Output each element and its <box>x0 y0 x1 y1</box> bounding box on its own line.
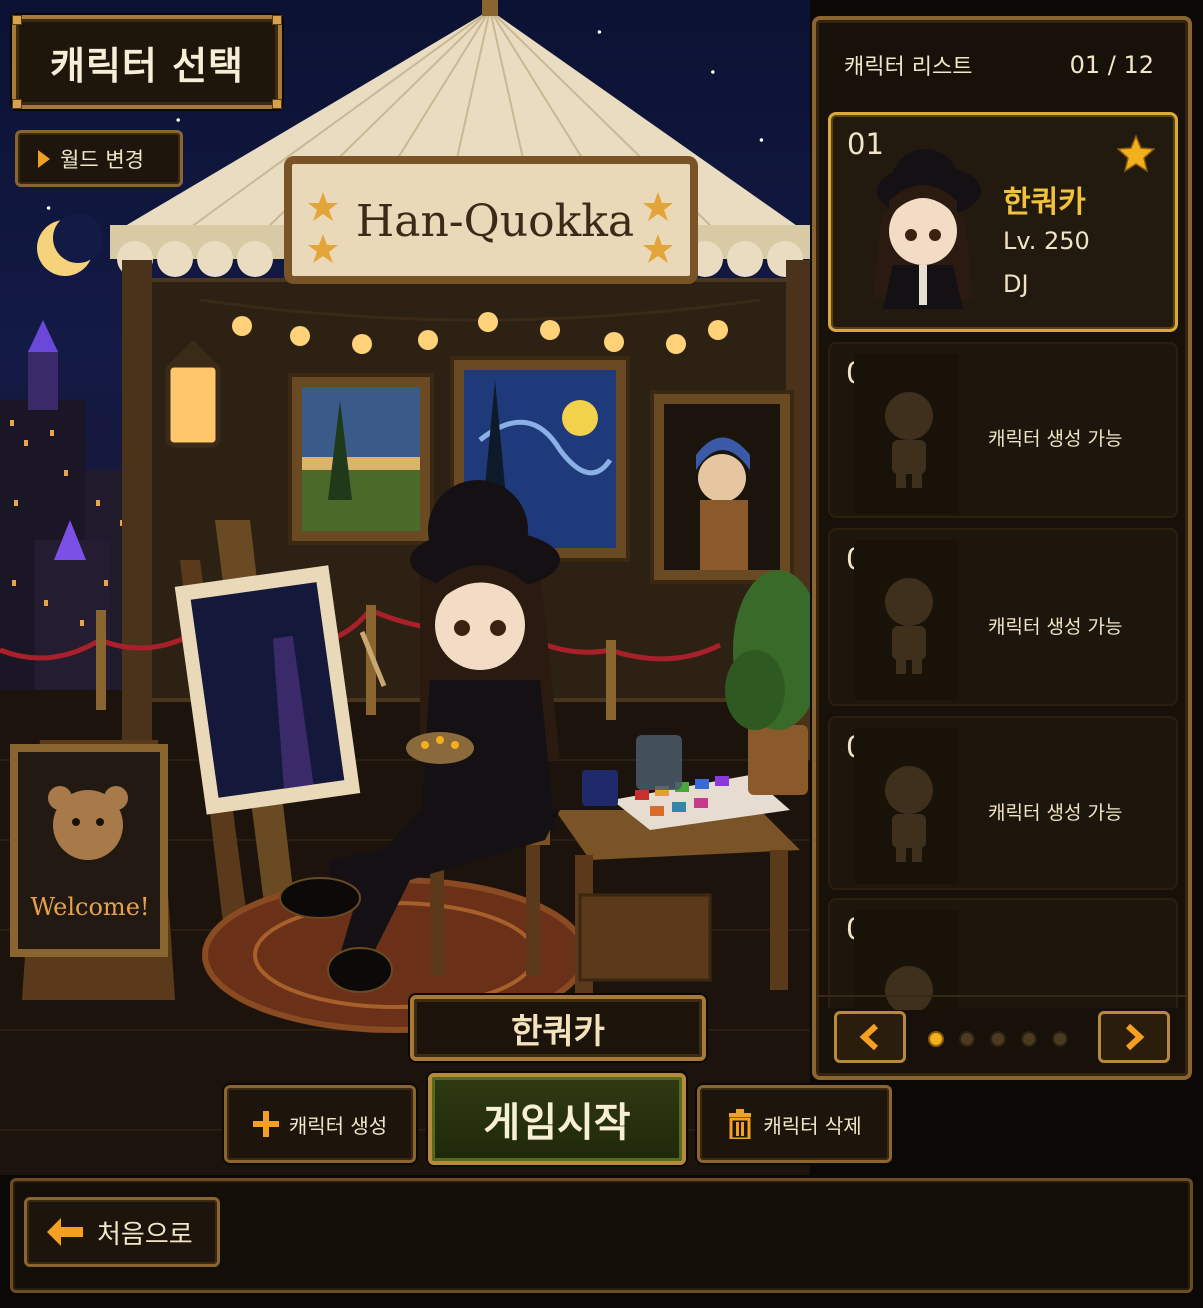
page-dot[interactable] <box>1021 1031 1037 1047</box>
delete-character-button[interactable]: 캐릭터 삭제 <box>697 1085 892 1163</box>
chevron-left-icon <box>859 1023 879 1051</box>
welcome-board: Welcome! <box>10 740 175 1000</box>
page-dot[interactable] <box>959 1031 975 1047</box>
page-dot[interactable] <box>928 1031 944 1047</box>
list-pager <box>816 995 1188 1075</box>
character-slot-01[interactable]: 01 한쿼카 Lv. 250 DJ <box>828 112 1178 332</box>
triangle-right-icon <box>38 149 50 168</box>
character-level: Lv. 250 <box>1003 227 1090 255</box>
chevron-right-icon <box>1125 1023 1145 1051</box>
character-count: 01 / 12 <box>1069 51 1154 79</box>
delete-character-label: 캐릭터 삭제 <box>763 1113 862 1138</box>
moon-icon <box>37 213 103 276</box>
silhouette-icon <box>885 392 933 488</box>
create-available-text: 캐릭터 생성 가능 <box>988 802 1123 824</box>
arrow-left-icon <box>47 1218 83 1246</box>
panel-title: 캐릭터 리스트 <box>844 55 973 80</box>
panel-header: 캐릭터 리스트 01 / 12 <box>816 20 1188 110</box>
world-change-button[interactable]: 월드 변경 <box>15 130 183 187</box>
plate-rivet <box>272 99 282 109</box>
game-start-label: 게임시작 <box>483 1100 631 1146</box>
character-slot-03[interactable]: 03 캐릭터 생성 가능 <box>828 528 1178 706</box>
create-character-button[interactable]: 캐릭터 생성 <box>224 1085 416 1163</box>
empty-portrait <box>854 728 959 884</box>
selected-character-name: 한쿼카 <box>511 1011 605 1052</box>
create-available-text: 캐릭터 생성 가능 <box>988 428 1123 450</box>
back-to-start-button[interactable]: 처음으로 <box>24 1197 220 1267</box>
plate-rivet <box>272 15 282 25</box>
plate-rivet <box>12 15 22 25</box>
painting-pearl-earring <box>650 390 794 584</box>
prev-page-button[interactable] <box>834 1011 906 1063</box>
trash-icon <box>729 1109 752 1139</box>
painting-landscape <box>288 373 434 545</box>
silhouette-icon <box>885 766 933 862</box>
booth-sign-text: Han-Quokka <box>356 196 634 247</box>
favorite-star-icon[interactable] <box>1117 135 1155 173</box>
character-slot-04[interactable]: 04 캐릭터 생성 가능 <box>828 716 1178 890</box>
create-available-text: 캐릭터 생성 가능 <box>988 616 1123 638</box>
silhouette-icon <box>885 578 933 674</box>
empty-portrait <box>854 354 959 514</box>
tent-post-left <box>122 260 152 760</box>
back-to-start-label: 처음으로 <box>97 1219 193 1250</box>
next-page-button[interactable] <box>1098 1011 1170 1063</box>
screen-title-plate: 캐릭터 선택 <box>12 15 282 109</box>
page-dot[interactable] <box>1052 1031 1068 1047</box>
create-character-label: 캐릭터 생성 <box>288 1113 388 1138</box>
selected-character-name-plate: 한쿼카 <box>410 995 706 1061</box>
character-portrait <box>873 149 981 309</box>
page-dot[interactable] <box>990 1031 1006 1047</box>
game-start-button[interactable]: 게임시작 <box>428 1073 686 1165</box>
character-job: DJ <box>1003 270 1029 298</box>
screen-title: 캐릭터 선택 <box>49 43 245 88</box>
plus-icon <box>252 1111 279 1137</box>
welcome-text: Welcome! <box>30 893 149 921</box>
plate-rivet <box>12 99 22 109</box>
character-name: 한쿼카 <box>1003 185 1086 220</box>
character-slot-02[interactable]: 02 캐릭터 생성 가능 <box>828 342 1178 518</box>
empty-portrait <box>854 540 959 700</box>
character-list-panel: 캐릭터 리스트 01 / 12 01 한쿼카 Lv. 250 DJ 02 <box>812 16 1192 1080</box>
world-change-label: 월드 변경 <box>60 147 144 172</box>
character-slot-05[interactable]: 05 <box>828 898 1178 1014</box>
